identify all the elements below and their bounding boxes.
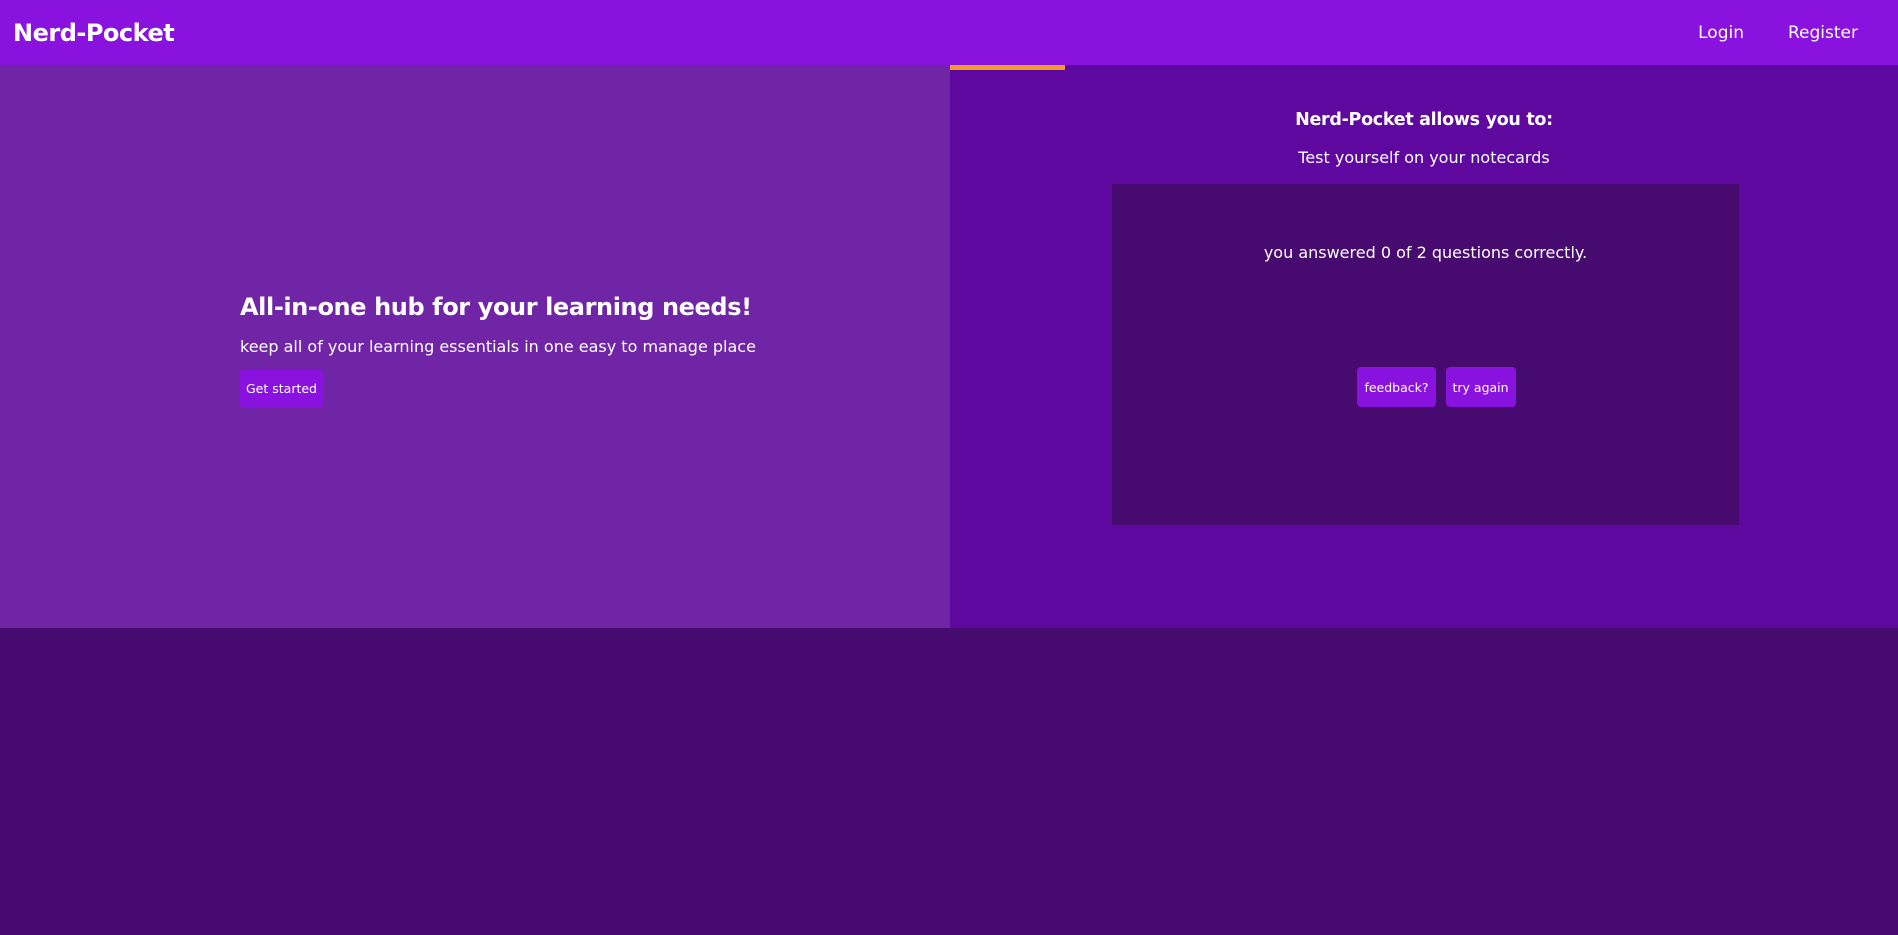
quiz-actions: feedback? try again [1112,367,1739,407]
quiz-result-text: you answered 0 of 2 questions correctly. [1263,243,1588,262]
get-started-button[interactable]: Get started [240,369,323,408]
register-link[interactable]: Register [1788,23,1858,43]
hero-subtitle: keep all of your learning essentials in … [240,337,756,356]
hero-intro-panel: All-in-one hub for your learning needs! … [0,65,950,628]
hero-title: All-in-one hub for your learning needs! [240,293,752,321]
try-again-button[interactable]: try again [1445,367,1516,407]
nav-links: Login Register [1654,23,1858,43]
quiz-demo-card: you answered 0 of 2 questions correctly.… [1112,184,1739,525]
top-navbar: Nerd-Pocket Login Register [0,0,1898,65]
carousel-progress-indicator [950,65,1065,70]
login-link[interactable]: Login [1698,23,1744,43]
hero-section: All-in-one hub for your learning needs! … [0,65,1898,628]
feedback-button[interactable]: feedback? [1357,367,1436,407]
page-background-footer [0,628,1898,935]
feature-carousel: Nerd-Pocket allows you to: Test yourself… [950,65,1898,628]
feature-item-text: Test yourself on your notecards [1298,148,1550,167]
feature-heading: Nerd-Pocket allows you to: [1295,110,1553,130]
brand-logo-link[interactable]: Nerd-Pocket [13,19,175,47]
hero-intro-content: All-in-one hub for your learning needs! … [240,293,756,408]
